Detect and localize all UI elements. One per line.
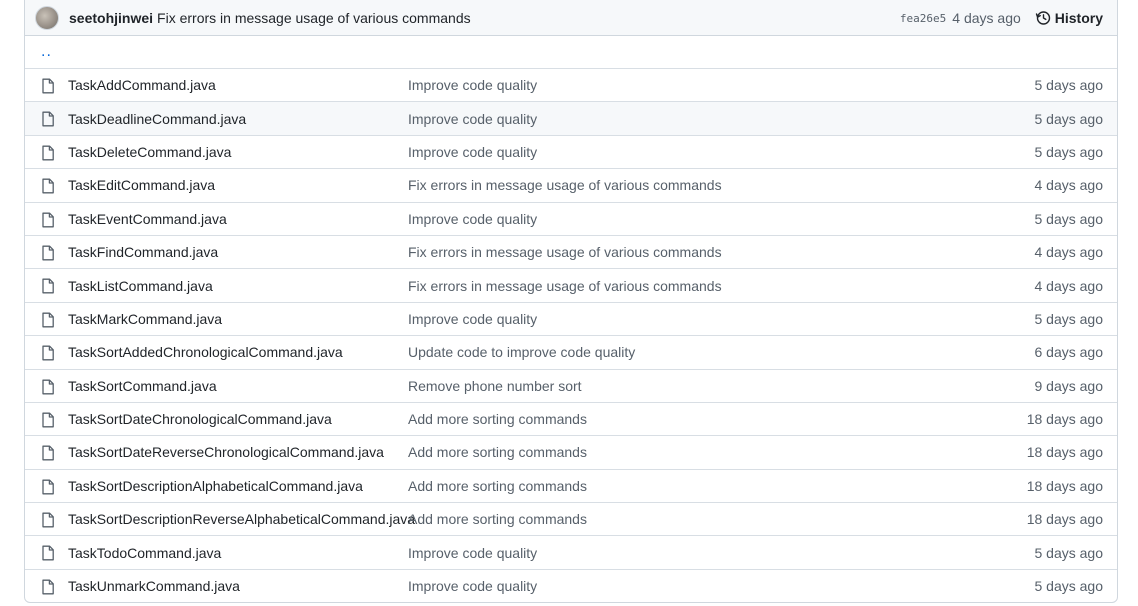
file-row[interactable]: TaskEditCommand.java Fix errors in messag… — [25, 168, 1117, 201]
file-row[interactable]: TaskSortAddedChronologicalCommand.java Up… — [25, 335, 1117, 368]
history-label: History — [1054, 10, 1103, 26]
file-icon — [41, 579, 55, 598]
file-row[interactable]: TaskListCommand.java Fix errors in messag… — [25, 268, 1117, 301]
file-name-link[interactable]: TaskEventCommand.java — [68, 211, 227, 227]
parent-directory-link[interactable]: .. — [25, 36, 1117, 68]
file-commit-age: 5 days ago — [1034, 578, 1104, 595]
file-commit-age: 9 days ago — [1034, 377, 1104, 394]
file-name-link[interactable]: TaskTodoCommand.java — [68, 545, 221, 561]
file-name-link[interactable]: TaskAddCommand.java — [68, 77, 216, 93]
file-commit-message-link[interactable]: Add more sorting commands — [408, 511, 587, 527]
file-name-link[interactable]: TaskSortCommand.java — [68, 378, 217, 394]
latest-commit-bar: seetohjinwei Fix errors in message usage… — [25, 0, 1117, 36]
file-row[interactable]: TaskSortDateChronologicalCommand.java Add… — [25, 401, 1117, 435]
file-icon — [41, 78, 55, 97]
commit-sha[interactable]: fea26e5 — [900, 12, 946, 25]
file-row[interactable]: TaskSortDateReverseChronologicalCommand.… — [25, 435, 1117, 468]
file-commit-age: 5 days ago — [1034, 310, 1104, 327]
file-name-link[interactable]: TaskDeadlineCommand.java — [68, 111, 246, 127]
file-commit-age: 18 days ago — [1026, 477, 1103, 494]
file-icon — [41, 345, 55, 364]
file-icon — [41, 111, 55, 130]
file-icon — [41, 479, 55, 498]
file-name-link[interactable]: TaskSortDescriptionAlphabeticalCommand.j… — [68, 478, 363, 494]
file-row[interactable]: TaskDeadlineCommand.java Improve code qua… — [25, 101, 1117, 135]
file-row[interactable]: TaskFindCommand.java Fix errors in messag… — [25, 234, 1117, 268]
file-commit-age: 5 days ago — [1034, 143, 1104, 160]
file-icon — [41, 412, 55, 431]
file-commit-message-link[interactable]: Fix errors in message usage of various c… — [408, 244, 722, 260]
file-name-link[interactable]: TaskSortAddedChronologicalCommand.java — [68, 344, 343, 360]
file-icon — [41, 278, 55, 297]
file-row[interactable]: TaskTodoCommand.java Improve code quality… — [25, 535, 1117, 568]
avatar[interactable] — [35, 6, 59, 30]
file-icon — [41, 545, 55, 564]
file-commit-age: 18 days ago — [1026, 411, 1103, 428]
file-commit-message-link[interactable]: Improve code quality — [408, 211, 537, 227]
file-commit-message-link[interactable]: Add more sorting commands — [408, 478, 587, 494]
file-icon — [41, 445, 55, 464]
file-name-link[interactable]: TaskSortDescriptionReverseAlphabeticalCo… — [68, 511, 415, 527]
file-icon — [41, 212, 55, 231]
file-icon — [41, 312, 55, 331]
file-row[interactable]: TaskUnmarkCommand.java Improve code quali… — [25, 568, 1117, 602]
file-commit-message-link[interactable]: Fix errors in message usage of various c… — [408, 177, 722, 193]
file-row[interactable]: TaskAddCommand.java Improve code quality 5… — [25, 68, 1117, 101]
file-row[interactable]: TaskSortDescriptionReverseAlphabeticalCo… — [25, 502, 1117, 535]
file-row[interactable]: TaskDeleteCommand.java Improve code quali… — [25, 134, 1117, 168]
file-icon — [41, 145, 55, 164]
file-commit-age: 18 days ago — [1026, 511, 1103, 528]
history-button[interactable]: History — [1035, 10, 1103, 26]
file-commit-message-link[interactable]: Improve code quality — [408, 311, 537, 327]
file-name-link[interactable]: TaskEditCommand.java — [68, 177, 215, 193]
file-commit-age: 4 days ago — [1034, 277, 1104, 294]
file-name-link[interactable]: TaskUnmarkCommand.java — [68, 578, 240, 594]
file-commit-message-link[interactable]: Update code to improve code quality — [408, 344, 635, 360]
file-commit-age: 5 days ago — [1034, 77, 1104, 94]
file-name-link[interactable]: TaskListCommand.java — [68, 278, 213, 294]
file-commit-age: 5 days ago — [1034, 210, 1104, 227]
file-icon — [41, 245, 55, 264]
file-commit-age: 18 days ago — [1026, 444, 1103, 461]
file-commit-message-link[interactable]: Add more sorting commands — [408, 444, 587, 460]
file-commit-age: 4 days ago — [1034, 177, 1104, 194]
commit-author[interactable]: seetohjinwei — [69, 10, 153, 26]
file-commit-message-link[interactable]: Remove phone number sort — [408, 378, 582, 394]
file-commit-message-link[interactable]: Improve code quality — [408, 545, 537, 561]
file-name-link[interactable]: TaskDeleteCommand.java — [68, 144, 231, 160]
file-commit-age: 5 days ago — [1034, 544, 1104, 561]
file-row[interactable]: TaskSortDescriptionAlphabeticalCommand.j… — [25, 468, 1117, 502]
file-commit-message-link[interactable]: Improve code quality — [408, 77, 537, 93]
file-icon — [41, 512, 55, 531]
file-commit-message-link[interactable]: Improve code quality — [408, 578, 537, 594]
file-icon — [41, 379, 55, 398]
file-row[interactable]: TaskEventCommand.java Improve code qualit… — [25, 201, 1117, 235]
file-commit-message-link[interactable]: Add more sorting commands — [408, 411, 587, 427]
file-commit-message-link[interactable]: Improve code quality — [408, 111, 537, 127]
file-commit-message-link[interactable]: Improve code quality — [408, 144, 537, 160]
commit-message[interactable]: Fix errors in message usage of various c… — [157, 10, 471, 26]
history-icon — [1035, 11, 1050, 25]
file-name-link[interactable]: TaskSortDateReverseChronologicalCommand.… — [68, 444, 384, 460]
file-row[interactable]: TaskSortCommand.java Remove phone number … — [25, 368, 1117, 402]
file-browser: seetohjinwei Fix errors in message usage… — [24, 0, 1118, 603]
file-row[interactable]: TaskMarkCommand.java Improve code quality… — [25, 301, 1117, 335]
commit-age: 4 days ago — [952, 10, 1021, 26]
file-commit-age: 6 days ago — [1034, 344, 1104, 361]
file-name-link[interactable]: TaskFindCommand.java — [68, 244, 218, 260]
file-list: TaskAddCommand.java Improve code quality 5… — [25, 68, 1117, 602]
file-name-link[interactable]: TaskMarkCommand.java — [68, 311, 222, 327]
file-icon — [41, 178, 55, 197]
file-name-link[interactable]: TaskSortDateChronologicalCommand.java — [68, 411, 332, 427]
file-commit-age: 4 days ago — [1034, 244, 1104, 261]
file-commit-age: 5 days ago — [1034, 110, 1104, 127]
file-commit-message-link[interactable]: Fix errors in message usage of various c… — [408, 278, 722, 294]
